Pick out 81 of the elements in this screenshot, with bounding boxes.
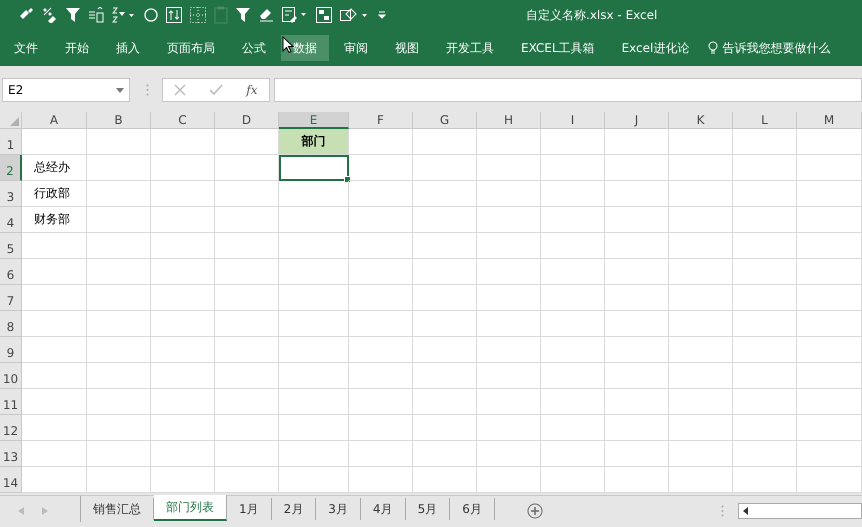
column-header[interactable]: B [87,112,151,129]
filter-icon[interactable] [66,8,80,22]
circle-icon[interactable] [144,8,158,22]
table-cell[interactable]: 行政部 [22,181,87,207]
format-painter-icon[interactable] [18,8,34,22]
ribbon-tab[interactable]: Excel进化论 [610,35,702,61]
row-header[interactable]: 8 [0,311,22,337]
row-header[interactable]: 7 [0,285,22,311]
column-header[interactable]: G [413,112,477,129]
row-header[interactable]: 12 [0,415,22,441]
clipboard-icon [214,6,228,24]
sheet-tab[interactable]: 4月 [360,498,406,520]
grip-icon [721,505,724,517]
ribbon-tab[interactable]: 页面布局 [155,35,227,61]
ribbon-tab[interactable]: 审阅 [332,35,380,61]
sheet-tab[interactable]: 部门列表 [154,495,227,521]
lightbulb-icon [708,41,718,55]
ribbon-tab[interactable]: 插入 [104,35,152,61]
ribbon-tab[interactable]: 视图 [383,35,431,61]
row-header[interactable]: 14 [0,467,22,493]
sheet-tab[interactable]: 6月 [450,498,495,520]
column-header[interactable]: A [22,112,87,129]
column-header[interactable]: M [797,112,862,129]
percent-icon[interactable] [42,7,58,23]
insert-function-button[interactable]: fx [246,83,258,97]
eraser-icon[interactable] [258,8,274,22]
ribbon-tab[interactable]: 开发工具 [434,35,506,61]
sheet-tab[interactable]: 2月 [272,498,316,520]
ribbon-tab[interactable]: 数据 [281,35,329,61]
column-header[interactable]: K [669,112,733,129]
table-cell[interactable]: 总经办 [22,155,87,181]
cancel-icon[interactable] [174,84,186,96]
ribbon-tab[interactable]: 文件 [2,35,50,61]
dropdown-icon[interactable] [116,88,124,93]
triangle-icon [10,117,19,126]
scroll-left-icon[interactable] [743,507,748,515]
customize-toolbar-icon[interactable] [378,11,386,19]
row-header[interactable]: 10 [0,363,22,389]
shapes-icon[interactable] [340,7,370,23]
sheet-tab[interactable]: 3月 [316,498,361,520]
table-cell[interactable] [279,155,349,181]
row-header[interactable]: 5 [0,233,22,259]
ribbon-tab[interactable]: 公式 [230,35,278,61]
column-header[interactable]: J [605,112,669,129]
column-header[interactable]: E [279,112,349,129]
column-header[interactable]: D [215,112,279,129]
row-header[interactable]: 1 [0,129,22,155]
sort-icon[interactable] [112,7,136,23]
sheet-tab[interactable]: 1月 [227,498,272,520]
window-title: 自定义名称.xlsx - Excel [526,6,658,24]
select-all-button[interactable] [0,112,22,129]
horizontal-scrollbar[interactable] [738,503,862,519]
formula-field[interactable] [274,78,862,102]
column-header[interactable]: H [477,112,541,129]
validation-icon[interactable] [282,7,308,23]
row-header[interactable]: 3 [0,181,22,207]
column-header[interactable]: F [349,112,413,129]
ribbon-tab[interactable]: 开始 [53,35,101,61]
column-header[interactable]: L [733,112,797,129]
row-header[interactable]: 2 [0,155,22,181]
table-cell[interactable]: 财务部 [22,207,87,233]
border-icon[interactable] [190,7,206,23]
grip-icon [146,84,149,96]
scroll-right-icon[interactable] [42,507,48,515]
check-icon[interactable] [209,84,224,96]
column-header[interactable]: C [151,112,215,129]
sheet-tab[interactable]: 5月 [406,498,450,520]
swap-icon[interactable] [166,7,182,23]
add-sheet-icon[interactable] [526,503,543,519]
row-header[interactable]: 9 [0,337,22,363]
ribbon-tab[interactable]: EXCEL工具箱 [509,35,607,61]
row-header[interactable]: 11 [0,389,22,415]
row-header[interactable]: 4 [0,207,22,233]
filter-icon[interactable] [236,8,250,22]
row-header[interactable]: 13 [0,441,22,467]
tell-me-field[interactable]: 告诉我您想要做什么 [722,41,842,55]
name-box[interactable]: E2 [2,78,130,102]
table-cell[interactable]: 部门 [279,129,349,155]
column-header[interactable]: I [541,112,605,129]
row-header[interactable]: 6 [0,259,22,285]
mouse-cursor-icon [282,36,294,54]
